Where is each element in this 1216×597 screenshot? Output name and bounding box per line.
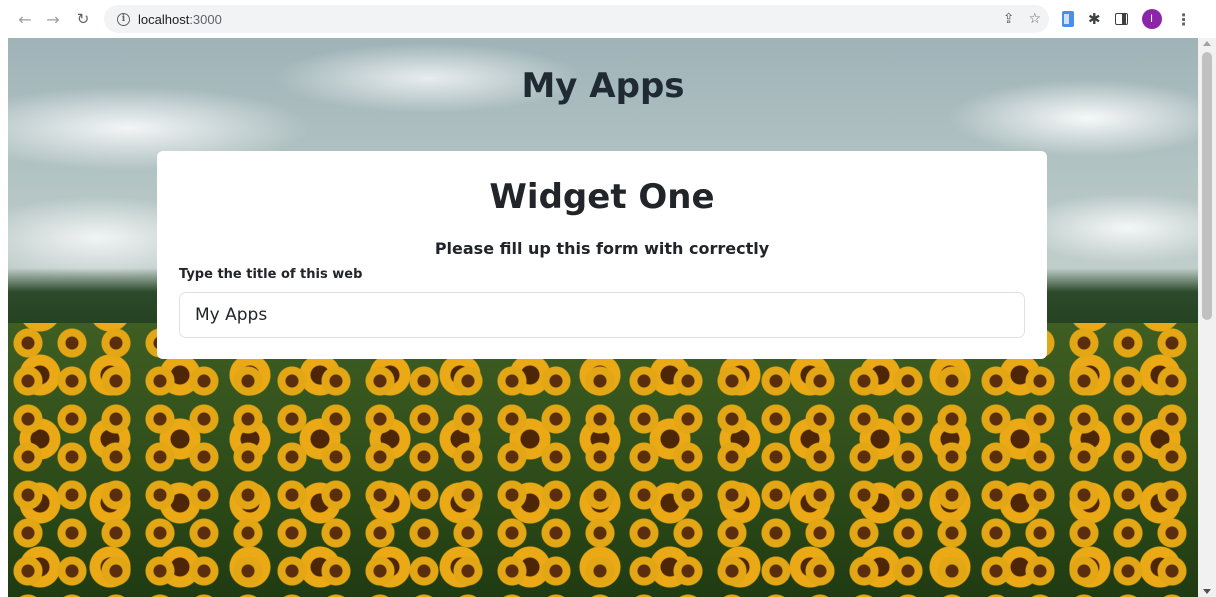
page-viewport: My Apps Widget One Please fill up this f…	[8, 38, 1198, 597]
side-panel-icon[interactable]	[1114, 13, 1128, 25]
extension-doc-icon[interactable]	[1062, 11, 1074, 27]
scroll-down-icon[interactable]	[1203, 589, 1211, 594]
title-field-label: Type the title of this web	[179, 267, 363, 282]
vertical-scrollbar[interactable]	[1198, 38, 1216, 597]
info-icon[interactable]: i	[117, 12, 130, 26]
back-arrow-icon[interactable]: ←	[14, 8, 36, 30]
url-text[interactable]: localhost:3000	[138, 12, 222, 27]
scroll-up-icon[interactable]	[1203, 41, 1211, 46]
forward-arrow-icon[interactable]: →	[42, 8, 64, 30]
widget-title: Widget One	[489, 177, 715, 217]
share-icon[interactable]: ⇪	[1003, 11, 1015, 27]
kebab-menu-icon[interactable]: ⋮	[1176, 10, 1192, 29]
page-title: My Apps	[521, 66, 685, 106]
address-bar[interactable]: i localhost:3000 ⇪ ☆	[104, 5, 1049, 33]
url-host: localhost	[138, 11, 190, 27]
reload-icon[interactable]: ↻	[72, 8, 94, 30]
background-sunflower-field	[8, 323, 1198, 597]
bookmark-star-icon[interactable]: ☆	[1028, 11, 1041, 27]
widget-subtitle: Please fill up this form with correctly	[434, 239, 770, 258]
avatar[interactable]: I	[1141, 9, 1162, 29]
url-port: :3000	[189, 11, 222, 27]
widget-card: Widget One Please fill up this form with…	[157, 151, 1047, 359]
scroll-thumb[interactable]	[1202, 52, 1212, 320]
title-input[interactable]	[179, 292, 1025, 338]
puzzle-icon[interactable]: ✱	[1088, 10, 1101, 28]
browser-toolbar: ← → ↻ i localhost:3000 ⇪ ☆ ✱ I ⋮	[0, 0, 1216, 38]
